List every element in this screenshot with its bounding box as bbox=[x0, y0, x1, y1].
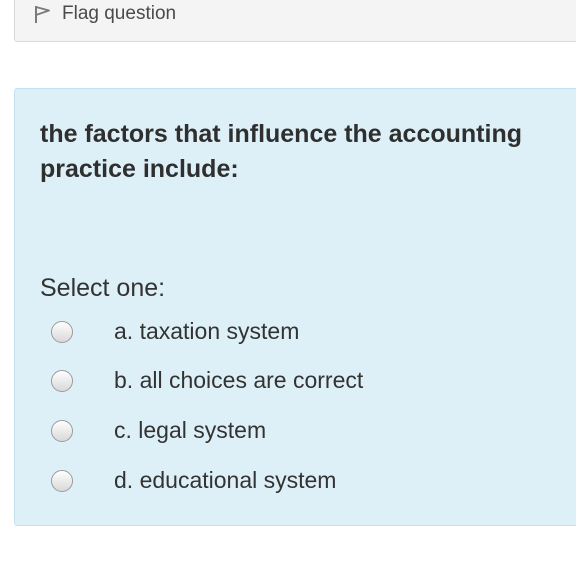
answer-option-a[interactable]: a. taxation system bbox=[15, 314, 575, 354]
flag-icon bbox=[35, 6, 50, 23]
answer-option-c[interactable]: c. legal system bbox=[15, 413, 575, 453]
select-one-prompt: Select one: bbox=[40, 274, 166, 302]
radio-button[interactable] bbox=[51, 470, 73, 492]
radio-button[interactable] bbox=[51, 370, 73, 392]
flag-question-toggle[interactable]: Flag question bbox=[14, 0, 576, 42]
answer-label: a. taxation system bbox=[114, 318, 300, 344]
radio-button[interactable] bbox=[51, 321, 73, 343]
radio-button[interactable] bbox=[51, 420, 73, 442]
answer-option-b[interactable]: b. all choices are correct bbox=[15, 363, 575, 403]
question-text: the factors that influence the accountin… bbox=[40, 120, 522, 183]
flag-question-label: Flag question bbox=[62, 3, 177, 24]
quiz-page: Flag question the factors that influence… bbox=[0, 0, 576, 576]
answer-label: d. educational system bbox=[114, 467, 337, 493]
answer-label: c. legal system bbox=[114, 417, 267, 443]
question-panel: the factors that influence the accountin… bbox=[14, 88, 576, 526]
answer-label: b. all choices are correct bbox=[114, 367, 364, 393]
answer-option-d[interactable]: d. educational system bbox=[15, 463, 575, 503]
